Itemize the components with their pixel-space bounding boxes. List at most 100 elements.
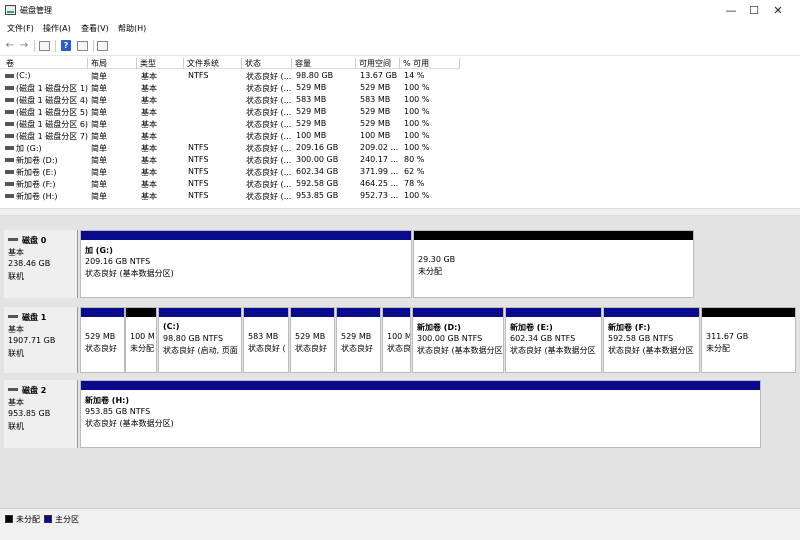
window-title: 磁盘管理 <box>20 6 52 15</box>
forward-arrow-icon[interactable]: → <box>18 40 30 52</box>
primary-partition[interactable]: 加 (G:) 209.16 GB NTFS 状态良好 (基本数据分区) <box>80 230 412 298</box>
cell-filesystem: NTFS <box>188 167 209 176</box>
cell-layout: 简单 <box>91 180 107 189</box>
menu-help[interactable]: 帮助(H) <box>118 23 146 34</box>
cell-filesystem: NTFS <box>188 71 209 80</box>
disk-graphical-view: 磁盘 0 基本 238.46 GB 联机 加 (G:) 209.16 GB NTFS 状态良… <box>0 216 800 508</box>
volume-icon <box>5 170 14 174</box>
primary-partition[interactable]: 529 MB 状态良好 <box>80 307 125 373</box>
disk-name: 磁盘 2 <box>8 385 46 396</box>
partition-color-bar <box>159 308 241 317</box>
disk-label[interactable]: 磁盘 2 基本 953.85 GB 联机 <box>4 380 78 448</box>
disk-size: 953.85 GB <box>8 409 51 418</box>
cell-layout: 简单 <box>91 108 107 117</box>
cell-percent-free: 100 % <box>404 191 430 200</box>
menu-bar: 文件(F) 操作(A) 查看(V) 帮助(H) <box>0 21 800 36</box>
partition-name: (C:) <box>163 322 180 331</box>
menu-file[interactable]: 文件(F) <box>7 23 34 34</box>
table-row[interactable]: (磁盘 1 磁盘分区 6) 简单 基本 状态良好 (... 529 MB 529 MB 10… <box>0 118 460 130</box>
volume-icon <box>5 134 14 138</box>
primary-partition[interactable]: 新加卷 (H:) 953.85 GB NTFS 状态良好 (基本数据分区) <box>80 380 761 448</box>
primary-partition[interactable]: 新加卷 (F:) 592.58 GB NTFS 状态良好 (基本数据分区 <box>603 307 700 373</box>
title-bar: 磁盘管理 — ☐ ✕ <box>0 0 800 21</box>
partition-status: 状态良好 <box>85 344 117 353</box>
unallocated-partition[interactable]: 100 M 未分配 <box>125 307 157 373</box>
cell-free-space: 529 MB <box>360 107 391 116</box>
cell-free-space: 583 MB <box>360 95 391 104</box>
table-row[interactable]: 新加卷 (D:) 简单 基本 NTFS 状态良好 (... 300.00 GB 240.17… <box>0 154 460 166</box>
table-row[interactable]: 加 (G:) 简单 基本 NTFS 状态良好 (... 209.16 GB 209.02 .… <box>0 142 460 154</box>
cell-capacity: 98.80 GB <box>296 71 334 80</box>
partition-name: 加 (G:) <box>85 246 113 255</box>
col-header-status[interactable]: 状态 <box>242 58 292 69</box>
toolbar-separator <box>55 40 56 52</box>
col-header-free-space[interactable]: 可用空间 <box>356 58 400 69</box>
partition-status: 状态良 <box>387 344 411 353</box>
cell-volume-name: 新加卷 (H:) <box>16 192 58 201</box>
cell-filesystem: NTFS <box>188 191 209 200</box>
primary-partition[interactable]: 529 MB 状态良好 <box>336 307 381 373</box>
table-row[interactable]: (磁盘 1 磁盘分区 1) 简单 基本 状态良好 (... 529 MB 529 MB 10… <box>0 82 460 94</box>
table-row[interactable]: (磁盘 1 磁盘分区 7) 简单 基本 状态良好 (... 100 MB 100 MB 10… <box>0 130 460 142</box>
primary-partition[interactable]: 新加卷 (E:) 602.34 GB NTFS 状态良好 (基本数据分区 <box>505 307 602 373</box>
settings-list-icon[interactable] <box>97 41 108 51</box>
primary-partition[interactable]: 新加卷 (D:) 300.00 GB NTFS 状态良好 (基本数据分区 <box>412 307 504 373</box>
table-row[interactable]: 新加卷 (H:) 简单 基本 NTFS 状态良好 (... 953.85 GB 952.73… <box>0 190 460 202</box>
volume-icon <box>5 182 14 186</box>
partition-name: 新加卷 (D:) <box>417 323 461 332</box>
disk-label[interactable]: 磁盘 0 基本 238.46 GB 联机 <box>4 230 78 298</box>
cell-type: 基本 <box>141 192 157 201</box>
table-row[interactable]: 新加卷 (E:) 简单 基本 NTFS 状态良好 (... 602.34 GB 371.99… <box>0 166 460 178</box>
col-header-percent-free[interactable]: % 可用 <box>400 58 460 69</box>
partition-size: 29.30 GB <box>418 255 456 264</box>
close-button[interactable]: ✕ <box>755 0 800 21</box>
cell-layout: 简单 <box>91 156 107 165</box>
console-tree-icon[interactable] <box>39 41 50 51</box>
primary-partition[interactable]: 583 MB 状态良好 ( <box>243 307 289 373</box>
col-header-capacity[interactable]: 容量 <box>292 58 356 69</box>
col-header-layout[interactable]: 布局 <box>88 58 137 69</box>
cell-free-space: 240.17 ... <box>360 155 399 164</box>
primary-partition[interactable]: 100 M 状态良 <box>382 307 411 373</box>
col-header-filesystem[interactable]: 文件系统 <box>184 58 242 69</box>
disk-size: 1907.71 GB <box>8 336 56 345</box>
cell-free-space: 13.67 GB <box>360 71 398 80</box>
help-icon[interactable]: ? <box>61 40 71 51</box>
disk-label[interactable]: 磁盘 1 基本 1907.71 GB 联机 <box>4 307 78 373</box>
table-row[interactable]: 新加卷 (F:) 简单 基本 NTFS 状态良好 (... 592.58 GB 464.25… <box>0 178 460 190</box>
partition-color-bar <box>413 308 503 317</box>
cell-volume-name: (磁盘 1 磁盘分区 6) <box>16 120 88 129</box>
cell-type: 基本 <box>141 84 157 93</box>
back-arrow-icon[interactable]: ← <box>4 40 16 52</box>
partition-size: 100 M <box>130 332 155 341</box>
partition-size: 100 M <box>387 332 411 341</box>
primary-partition[interactable]: (C:) 98.80 GB NTFS 状态良好 (启动, 页面 <box>158 307 242 373</box>
col-header-type[interactable]: 类型 <box>137 58 184 69</box>
primary-partition[interactable]: 529 MB 状态良好 <box>290 307 335 373</box>
pane-splitter[interactable] <box>0 208 800 216</box>
cell-status: 状态良好 (... <box>246 96 292 105</box>
unallocated-partition[interactable]: 311.67 GB 未分配 <box>701 307 796 373</box>
cell-percent-free: 100 % <box>404 131 430 140</box>
cell-free-space: 100 MB <box>360 131 391 140</box>
cell-capacity: 583 MB <box>296 95 327 104</box>
table-row[interactable]: (C:) 简单 基本 NTFS 状态良好 (... 98.80 GB 13.67 GB 14 … <box>0 70 460 82</box>
cell-free-space: 371.99 ... <box>360 167 399 176</box>
cell-percent-free: 80 % <box>404 155 425 164</box>
cell-capacity: 529 MB <box>296 83 327 92</box>
menu-action[interactable]: 操作(A) <box>43 23 71 34</box>
unallocated-partition[interactable]: 29.30 GB 未分配 <box>413 230 694 298</box>
cell-capacity: 953.85 GB <box>296 191 339 200</box>
cell-capacity: 592.58 GB <box>296 179 339 188</box>
col-header-volume[interactable]: 卷 <box>3 58 88 69</box>
cell-volume-name: (磁盘 1 磁盘分区 1) <box>16 84 88 93</box>
table-row[interactable]: (磁盘 1 磁盘分区 5) 简单 基本 状态良好 (... 529 MB 529 MB 10… <box>0 106 460 118</box>
properties-icon[interactable] <box>77 41 88 51</box>
cell-type: 基本 <box>141 120 157 129</box>
menu-view[interactable]: 查看(V) <box>81 23 109 34</box>
disk-size: 238.46 GB <box>8 259 51 268</box>
volume-icon <box>5 86 14 90</box>
disk-name: 磁盘 0 <box>8 235 46 246</box>
table-row[interactable]: (磁盘 1 磁盘分区 4) 简单 基本 状态良好 (... 583 MB 583 MB 10… <box>0 94 460 106</box>
cell-layout: 简单 <box>91 132 107 141</box>
